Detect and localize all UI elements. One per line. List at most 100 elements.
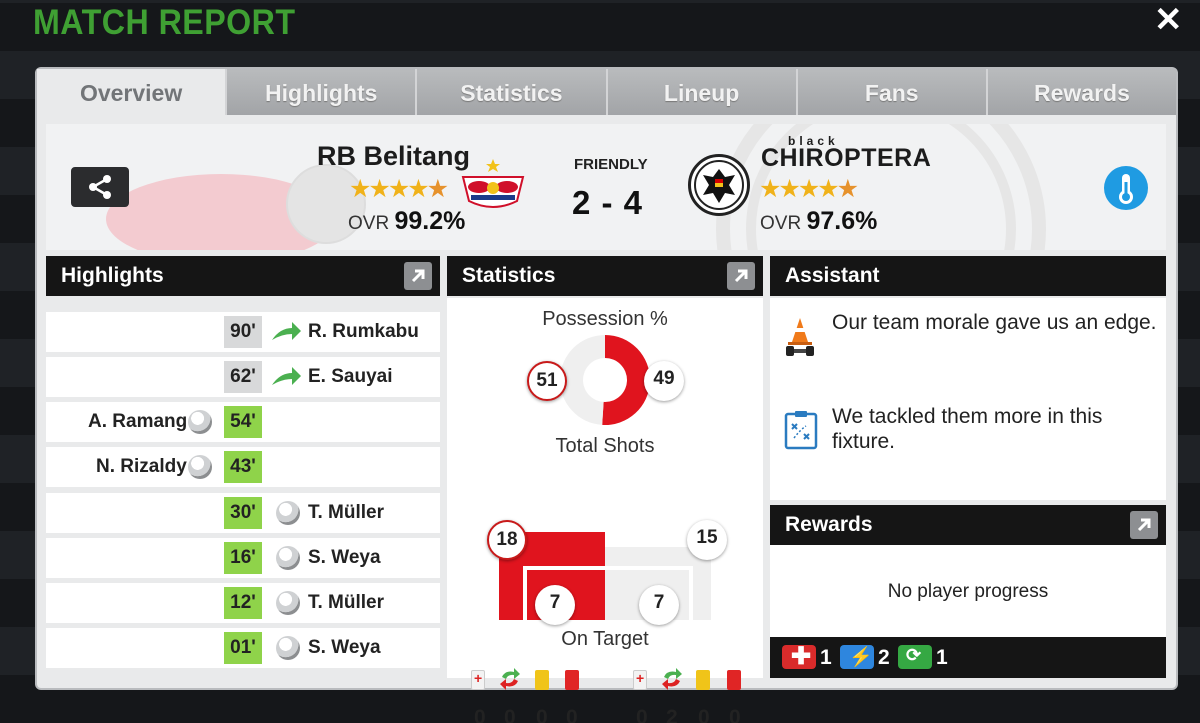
assistant-title: Assistant (785, 264, 880, 287)
rewards-footer: ✚ 1 ⚡ 2 ⟳ 1 (770, 637, 1166, 678)
possession-donut (560, 335, 650, 425)
tab-statistics[interactable]: Statistics (417, 69, 608, 115)
shots-away-value: 15 (687, 520, 727, 560)
away-count-subs: 2 (666, 706, 678, 723)
tactics-board-icon (784, 411, 818, 450)
highlight-row: A. Ramang 54' (46, 402, 440, 442)
home-count-subs: 0 (504, 706, 516, 723)
event-player: T. Müller (308, 502, 385, 523)
home-rating-stars: ★★★★★ (349, 175, 449, 203)
tab-lineup[interactable]: Lineup (607, 69, 798, 115)
recovery-count: 1 (936, 646, 948, 669)
away-count-yellow: 0 (698, 706, 710, 723)
thermometer-icon (1119, 174, 1133, 204)
event-player: A. Ramang (88, 411, 188, 432)
highlight-row: 16' S. Weya (46, 538, 440, 578)
possession-label: Possession % (542, 308, 668, 330)
expand-arrow-icon (1137, 518, 1151, 532)
injury-icon: + (471, 670, 485, 690)
event-minute: 90' (224, 316, 262, 348)
highlight-row: N. Rizaldy 43' (46, 447, 440, 487)
temperature-button[interactable] (1104, 166, 1148, 210)
highlight-row: 90' R. Rumkabu (46, 312, 440, 352)
expand-arrow-icon (411, 269, 425, 283)
assistant-tip: Our team morale gave us an edge. (832, 311, 1157, 334)
event-player: S. Weya (308, 637, 381, 658)
statistics-expand-button[interactable] (727, 262, 755, 290)
substitution-icon (662, 668, 682, 690)
away-team-name: black CHIROPTERA (761, 134, 931, 173)
close-icon[interactable]: ✕ (1154, 3, 1183, 37)
event-minute: 54' (224, 406, 262, 438)
on-target-frame-top (527, 566, 689, 570)
shots-home-value: 18 (487, 520, 527, 560)
event-player: S. Weya (308, 547, 381, 568)
substitution-icon (500, 668, 520, 690)
away-ovr-value: 97.6% (806, 207, 878, 235)
event-minute: 16' (224, 542, 262, 574)
statistics-title: Statistics (462, 264, 556, 287)
expand-arrow-icon (734, 269, 748, 283)
possession-home-value: 51 (527, 361, 567, 401)
medical-count: 1 (820, 646, 832, 669)
rewards-panel: No player progress (770, 545, 1166, 637)
tab-overview[interactable]: Overview (37, 69, 228, 115)
rewards-header: Rewards (770, 505, 1166, 545)
statistics-panel: Possession % 51 49 Total Shots 18 15 7 7… (447, 298, 763, 723)
share-button[interactable] (71, 167, 129, 207)
on-target-frame-right (689, 566, 693, 622)
highlights-list: 90' R. Rumkabu 62' E. Sauyai A. Ramang 5… (46, 312, 440, 676)
goal-ball-icon (276, 546, 300, 570)
event-player: N. Rizaldy (96, 456, 187, 477)
substitution-arrow-icon (272, 367, 301, 385)
highlight-row: 62' E. Sauyai (46, 357, 440, 397)
assistant-header: Assistant (770, 256, 1166, 296)
home-ovr-label: OVR (348, 213, 390, 234)
assistant-panel: Our team morale gave us an edge. We tack… (770, 298, 1166, 500)
highlight-row: 30' T. Müller (46, 493, 440, 533)
red-card-icon (727, 670, 741, 690)
event-player: R. Rumkabu (308, 321, 419, 342)
home-ovr-value: 99.2% (394, 207, 466, 235)
cone-dumbbell-icon (786, 318, 814, 356)
event-minute: 43' (224, 451, 262, 483)
home-team-name: RB Belitang (317, 141, 471, 171)
recovery-icon: ⟳ (898, 645, 932, 669)
match-type: FRIENDLY (574, 156, 648, 173)
home-crest-icon (461, 159, 525, 208)
energy-icon: ⚡ (840, 645, 874, 669)
event-minute: 12' (224, 587, 262, 619)
away-ovr-label: OVR (760, 213, 802, 234)
home-count-red: 0 (566, 706, 578, 723)
tab-fans[interactable]: Fans (797, 69, 988, 115)
tab-bar: Overview Highlights Statistics Lineup Fa… (37, 69, 1177, 115)
tab-highlights[interactable]: Highlights (227, 69, 418, 115)
on-target-home-value: 7 (535, 585, 575, 625)
home-ovr: OVR 99.2% (348, 207, 465, 236)
tab-rewards[interactable]: Rewards (987, 69, 1177, 115)
rewards-expand-button[interactable] (1130, 511, 1158, 539)
red-card-icon (565, 670, 579, 690)
away-crest-icon (688, 154, 750, 216)
away-ovr: OVR 97.6% (760, 207, 877, 236)
yellow-card-icon (535, 670, 549, 690)
goal-ball-icon (276, 501, 300, 525)
yellow-card-icon (696, 670, 710, 690)
highlights-expand-button[interactable] (404, 262, 432, 290)
highlight-row: 12' T. Müller (46, 583, 440, 623)
home-count-yellow: 0 (536, 706, 548, 723)
rewards-title: Rewards (785, 513, 873, 536)
report-panel: Overview Highlights Statistics Lineup Fa… (37, 69, 1177, 723)
event-player: T. Müller (308, 592, 385, 613)
on-target-away-value: 7 (639, 585, 679, 625)
match-header: RB Belitang ★★★★★ OVR 99.2% FRIENDLY 2 -… (46, 124, 1166, 250)
total-shots-label: Total Shots (555, 435, 655, 457)
away-rating-stars: ★★★★★ (759, 175, 859, 203)
injury-icon: + (633, 670, 647, 690)
event-minute: 62' (224, 361, 262, 393)
goal-ball-icon (188, 455, 212, 479)
statistics-header: Statistics (447, 256, 763, 296)
highlights-header: Highlights (46, 256, 440, 296)
energy-count: 2 (878, 646, 890, 669)
assistant-tip: We tackled them more in this fixture. (832, 405, 1103, 453)
